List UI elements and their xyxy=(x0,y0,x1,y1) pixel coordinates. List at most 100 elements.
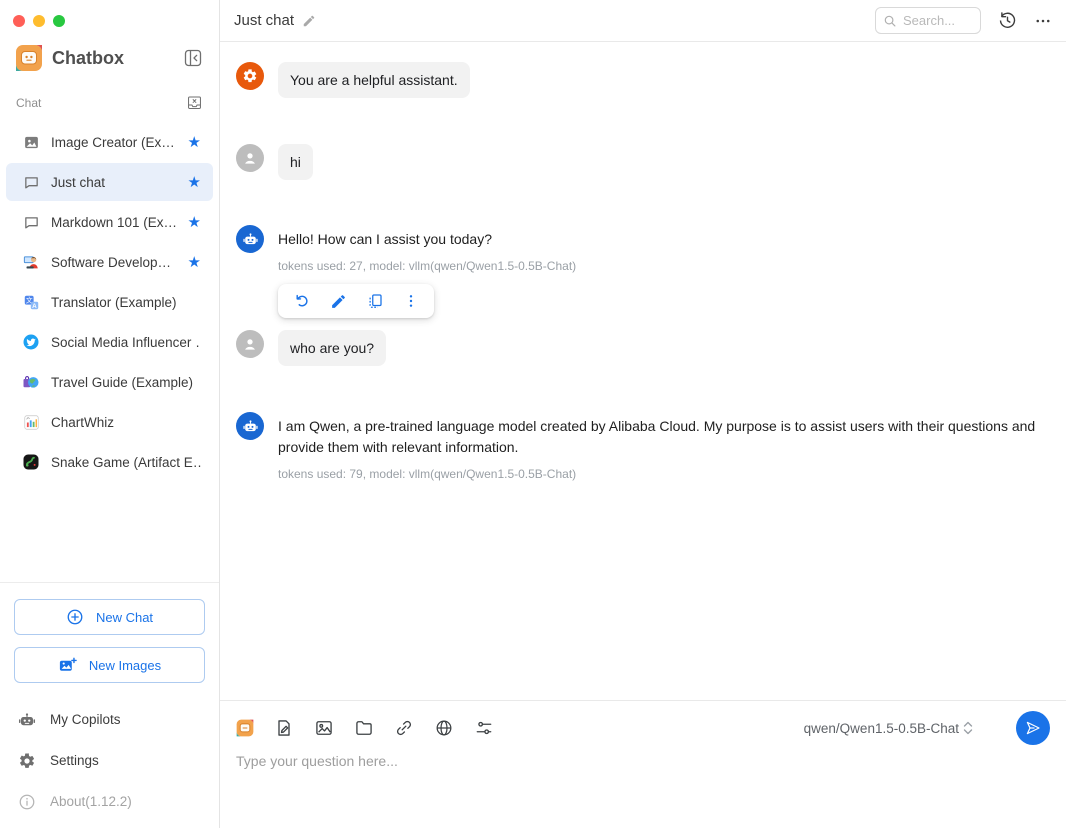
sidebar-item-label: Translator (Example) xyxy=(51,295,201,310)
assistant-avatar xyxy=(236,412,264,440)
gear-icon xyxy=(18,752,36,770)
sidebar-item-label: Social Media Influencer … xyxy=(51,335,201,350)
new-images-label: New Images xyxy=(89,658,161,673)
paper-plane-icon xyxy=(1024,719,1042,737)
model-selector[interactable]: qwen/Qwen1.5-0.5B-Chat xyxy=(804,718,974,738)
attach-link-button[interactable] xyxy=(394,718,414,738)
regenerate-button[interactable] xyxy=(293,292,311,310)
travel-globe-icon xyxy=(22,373,40,391)
person-icon xyxy=(241,149,259,167)
close-window-button[interactable] xyxy=(13,15,25,27)
web-browsing-button[interactable] xyxy=(434,718,454,738)
sidebar-item-travel-guide[interactable]: Travel Guide (Example) xyxy=(6,363,213,401)
archive-clear-icon xyxy=(186,94,203,111)
message-more-button[interactable] xyxy=(403,293,419,309)
chat-list: Image Creator (Ex… ★ Just chat ★ xyxy=(0,115,219,483)
twitter-icon xyxy=(22,333,40,351)
edit-title-pencil-icon[interactable] xyxy=(302,14,316,28)
sidebar-item-about[interactable]: About(1.12.2) xyxy=(0,781,219,822)
sidebar-item-settings[interactable]: Settings xyxy=(0,740,219,781)
system-avatar xyxy=(236,62,264,90)
collapse-sidebar-button[interactable] xyxy=(183,48,203,68)
more-menu-button[interactable] xyxy=(1034,12,1052,30)
document-pencil-icon xyxy=(274,718,294,738)
new-image-icon xyxy=(58,656,77,675)
clear-chats-button[interactable] xyxy=(186,94,203,111)
star-icon[interactable]: ★ xyxy=(188,175,201,190)
sidebar-item-snake-game[interactable]: Snake Game (Artifact E… xyxy=(6,443,213,481)
sidebar-item-chartwhiz[interactable]: ChartWhiz xyxy=(6,403,213,441)
chat-section-label: Chat xyxy=(16,96,186,110)
snake-game-icon xyxy=(22,453,40,471)
sidebar-item-image-creator[interactable]: Image Creator (Ex… ★ xyxy=(6,123,213,161)
image-creator-icon xyxy=(22,133,40,151)
message-bubble: hi xyxy=(278,144,313,180)
message-text: I am Qwen, a pre-trained language model … xyxy=(278,412,1050,458)
search-icon xyxy=(883,14,897,28)
sidebar-item-markdown-101[interactable]: Markdown 101 (Ex… ★ xyxy=(6,203,213,241)
sidebar-item-label: Markdown 101 (Ex… xyxy=(51,215,188,230)
sidebar-item-label: Travel Guide (Example) xyxy=(51,375,201,390)
main-panel: Just chat xyxy=(220,0,1066,828)
sidebar-item-translator[interactable]: 文 A Translator (Example) xyxy=(6,283,213,321)
conversation-title: Just chat xyxy=(234,12,294,29)
sidebar-item-just-chat[interactable]: Just chat ★ xyxy=(6,163,213,201)
svg-text:A: A xyxy=(32,302,37,309)
sidebar-item-my-copilots[interactable]: My Copilots xyxy=(0,699,219,740)
sidebar-item-label: Software Develop… xyxy=(51,255,188,270)
star-icon[interactable]: ★ xyxy=(188,255,201,270)
link-icon xyxy=(394,718,414,738)
new-chat-label: New Chat xyxy=(96,610,153,625)
model-name: qwen/Qwen1.5-0.5B-Chat xyxy=(804,721,959,736)
search-input[interactable] xyxy=(903,13,975,28)
chat-settings-button[interactable] xyxy=(474,718,494,738)
attach-folder-button[interactable] xyxy=(354,718,374,738)
bar-chart-icon xyxy=(22,413,40,431)
new-chat-button[interactable]: New Chat xyxy=(14,599,205,635)
settings-label: Settings xyxy=(50,753,99,768)
search-box[interactable] xyxy=(875,7,981,34)
info-icon xyxy=(18,793,36,811)
message-list: You are a helpful assistant. hi xyxy=(220,42,1066,700)
translate-icon: 文 A xyxy=(22,293,40,311)
message-input[interactable] xyxy=(236,753,1050,813)
copilot-select-button[interactable] xyxy=(236,719,254,737)
chatbox-mini-logo-icon xyxy=(236,719,254,737)
star-icon[interactable]: ★ xyxy=(188,215,201,230)
copy-message-button[interactable] xyxy=(366,292,384,310)
sidebar-item-social-media-influencer[interactable]: Social Media Influencer … xyxy=(6,323,213,361)
attach-document-button[interactable] xyxy=(274,718,294,738)
header-actions xyxy=(875,7,1052,34)
brand-row: Chatbox xyxy=(0,30,219,72)
send-button[interactable] xyxy=(1016,711,1050,745)
minimize-window-button[interactable] xyxy=(33,15,45,27)
composer: qwen/Qwen1.5-0.5B-Chat xyxy=(220,700,1066,828)
sidebar-item-software-developer[interactable]: Software Develop… ★ xyxy=(6,243,213,281)
robot-icon xyxy=(242,231,259,248)
new-images-button[interactable]: New Images xyxy=(14,647,205,683)
chatbox-logo-icon xyxy=(15,44,43,72)
image-icon xyxy=(314,718,334,738)
attach-image-button[interactable] xyxy=(314,718,334,738)
edit-message-button[interactable] xyxy=(330,293,347,310)
sidebar-divider xyxy=(0,582,219,583)
message-text: Hello! How can I assist you today? xyxy=(278,225,576,250)
sidebar-item-label: Just chat xyxy=(51,175,188,190)
sidebar-item-label: Snake Game (Artifact E… xyxy=(51,455,201,470)
message-assistant: I am Qwen, a pre-trained language model … xyxy=(236,412,1050,481)
sidebar-bottom: New Chat New Images xyxy=(0,582,219,828)
chat-bubble-icon xyxy=(22,213,40,231)
sidebar-item-label: Image Creator (Ex… xyxy=(51,135,188,150)
chat-bubble-icon xyxy=(22,173,40,191)
user-avatar xyxy=(236,330,264,358)
robot-icon xyxy=(242,418,259,435)
pencil-icon xyxy=(330,293,347,310)
technologist-icon xyxy=(22,253,40,271)
star-icon[interactable]: ★ xyxy=(188,135,201,150)
maximize-window-button[interactable] xyxy=(53,15,65,27)
kebab-icon xyxy=(403,293,419,309)
chevron-up-down-icon xyxy=(962,718,974,738)
folder-icon xyxy=(354,718,374,738)
history-button[interactable] xyxy=(997,10,1018,31)
ellipsis-icon xyxy=(1034,12,1052,30)
